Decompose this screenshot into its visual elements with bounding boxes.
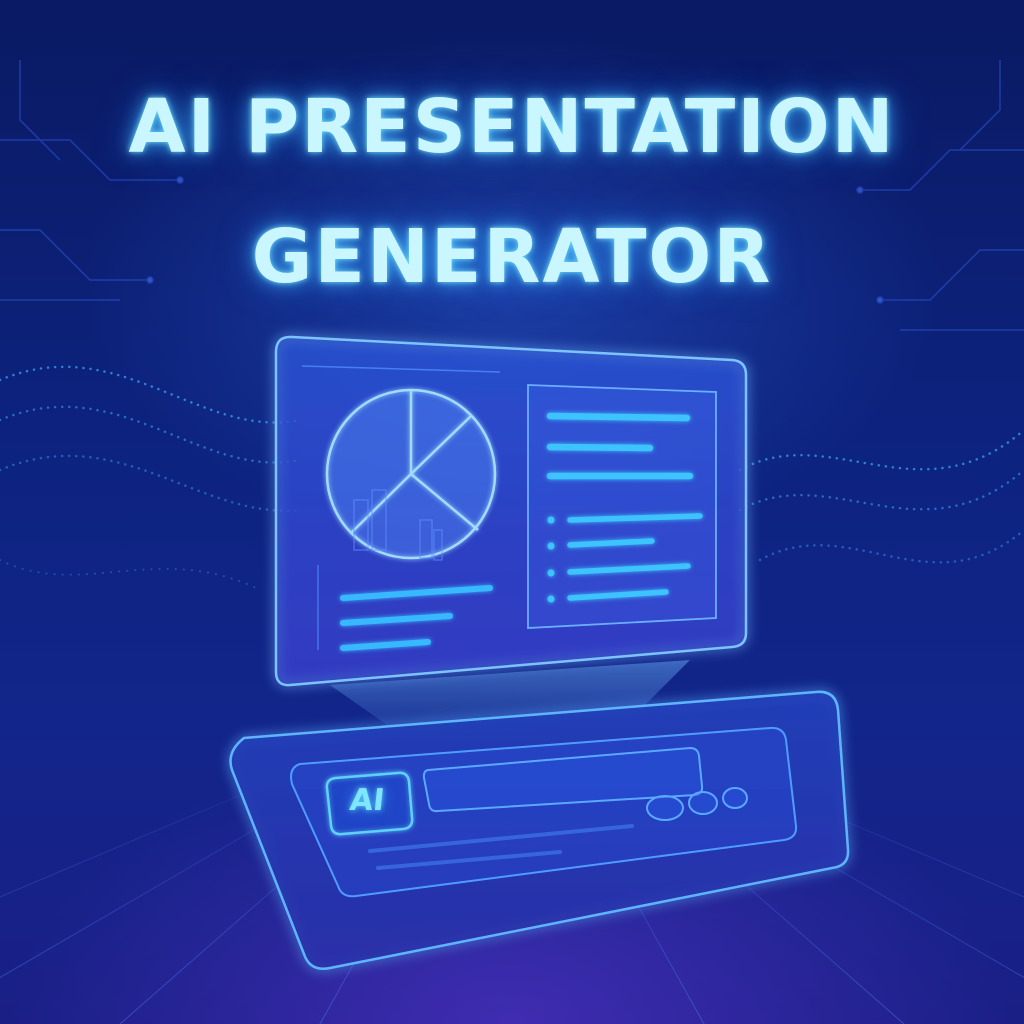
ai-badge-label: AI xyxy=(348,783,387,818)
pie-chart-icon xyxy=(325,388,497,560)
presentation-scene xyxy=(229,335,850,970)
slide-text-panel xyxy=(527,384,717,629)
option-button-1[interactable] xyxy=(646,795,684,821)
option-button-3[interactable] xyxy=(722,787,748,809)
option-button-2[interactable] xyxy=(688,791,718,815)
hero-illustration: AI PRESENTATION GENERATOR AI xyxy=(0,0,1024,1024)
